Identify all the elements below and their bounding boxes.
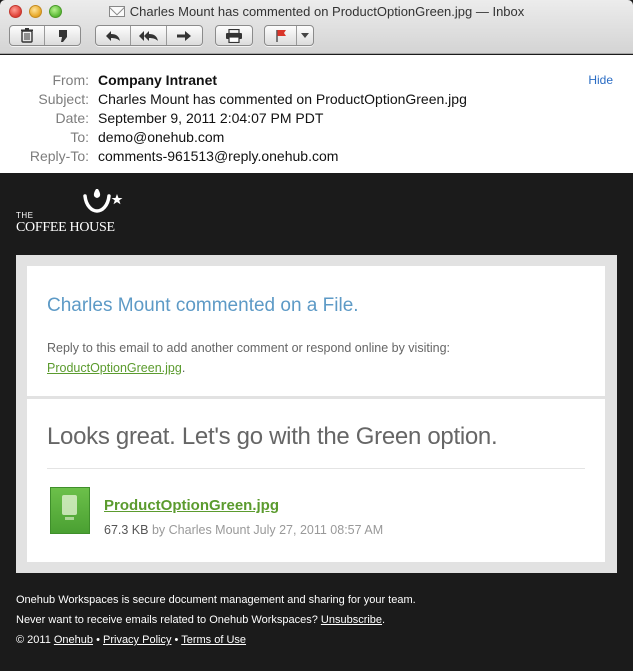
window-title: Charles Mount has commented on ProductOp…: [129, 4, 525, 19]
file-name-link[interactable]: ProductOptionGreen.jpg: [104, 497, 279, 514]
logo-small-text: THE: [16, 211, 34, 220]
footer-line-1: Onehub Workspaces is secure document man…: [16, 594, 416, 606]
reply-button[interactable]: [96, 26, 132, 45]
print-group: [215, 25, 253, 46]
product-label-icon: [65, 517, 74, 520]
product-image-icon: [62, 495, 77, 515]
reply-to-value[interactable]: comments-961513@reply.onehub.com: [98, 148, 338, 164]
flag-button[interactable]: [265, 26, 297, 45]
date-label: Date:: [55, 110, 89, 126]
file-thumbnail[interactable]: [50, 487, 90, 534]
subject-row: Subject: Charles Mount has commented on …: [0, 91, 633, 109]
file-author-date: by Charles Mount July 27, 2011 08:57 AM: [148, 523, 384, 537]
print-button[interactable]: [216, 26, 252, 45]
comment-text: Looks great. Let's go with the Green opt…: [47, 423, 498, 450]
footer-line-2-suffix: .: [382, 614, 386, 626]
footer-separator: •: [93, 634, 103, 646]
date-value: September 9, 2011 2:04:07 PM PDT: [98, 110, 324, 126]
privacy-policy-link[interactable]: Privacy Policy: [103, 634, 171, 646]
notice-panel: Charles Mount commented on a File. Reply…: [27, 266, 605, 396]
reply-all-icon: [138, 30, 158, 41]
reply-all-button[interactable]: [131, 26, 167, 45]
logo-big-text: COFFEE HOUSE: [16, 220, 115, 235]
reply-to-row: Reply-To: comments-961513@reply.onehub.c…: [0, 148, 633, 166]
window-title-container: Charles Mount has commented on ProductOp…: [0, 4, 633, 19]
junk-icon: [58, 29, 67, 42]
from-value[interactable]: Company Intranet: [98, 72, 217, 88]
chevron-down-icon: [301, 32, 309, 38]
divider: [47, 468, 585, 469]
forward-button[interactable]: [167, 26, 202, 45]
unsubscribe-link[interactable]: Unsubscribe: [321, 614, 382, 626]
to-value[interactable]: demo@onehub.com: [98, 129, 224, 145]
flag-group: [264, 25, 314, 46]
file-name-text[interactable]: ProductOptionGreen.jpg: [104, 497, 279, 514]
forward-icon: [177, 30, 192, 41]
notice-title: Charles Mount commented on a File.: [47, 295, 359, 316]
from-label: From:: [52, 72, 89, 88]
subject-label: Subject:: [38, 91, 89, 107]
terms-of-use-link[interactable]: Terms of Use: [181, 634, 246, 646]
flag-icon: [275, 29, 286, 42]
delete-junk-group: [9, 25, 81, 46]
to-label: To:: [70, 129, 89, 145]
envelope-icon: [108, 6, 125, 17]
reply-to-label: Reply-To:: [29, 148, 89, 164]
notice-link-suffix: .: [181, 361, 186, 375]
file-size: 67.3 KB: [104, 523, 149, 537]
from-row: From: Company Intranet: [0, 72, 633, 90]
copyright-text: © 2011: [16, 634, 54, 646]
date-row: Date: September 9, 2011 2:04:07 PM PDT: [0, 110, 633, 128]
cup-logo-icon: [83, 189, 123, 213]
hide-headers-link[interactable]: Hide: [588, 73, 613, 87]
reply-group: [95, 25, 203, 46]
message-body: THE COFFEE HOUSE Charles Mount commented…: [0, 173, 633, 671]
footer-line-3: © 2011 Onehub • Privacy Policy • Terms o…: [16, 634, 416, 654]
onehub-link[interactable]: Onehub: [54, 634, 93, 646]
file-link[interactable]: ProductOptionGreen.jpg: [47, 361, 182, 375]
subject-value: Charles Mount has commented on ProductOp…: [98, 91, 467, 107]
comment-panel: Looks great. Let's go with the Green opt…: [27, 399, 605, 562]
reply-icon: [106, 30, 121, 41]
footer-line-2: Never want to receive emails related to …: [16, 614, 416, 634]
flag-menu-button[interactable]: [297, 26, 313, 45]
junk-button[interactable]: [45, 26, 80, 45]
footer-separator: •: [171, 634, 182, 646]
notice-link-line: ProductOptionGreen.jpg.: [47, 361, 185, 375]
trash-icon: [21, 28, 33, 43]
file-meta: 67.3 KB by Charles Mount July 27, 2011 0…: [104, 523, 383, 537]
notice-text: Reply to this email to add another comme…: [47, 341, 450, 355]
notification-card: Charles Mount commented on a File. Reply…: [16, 255, 617, 573]
delete-button[interactable]: [10, 26, 46, 45]
print-icon: [226, 28, 242, 43]
window-titlebar: Charles Mount has commented on ProductOp…: [0, 0, 633, 54]
to-row: To: demo@onehub.com: [0, 129, 633, 147]
footer-unsubscribe-prefix: Never want to receive emails related to …: [16, 614, 321, 626]
email-footer: Onehub Workspaces is secure document man…: [16, 594, 416, 654]
coffee-house-logo: THE COFFEE HOUSE: [16, 187, 126, 235]
message-headers: From: Company Intranet Subject: Charles …: [0, 55, 633, 173]
